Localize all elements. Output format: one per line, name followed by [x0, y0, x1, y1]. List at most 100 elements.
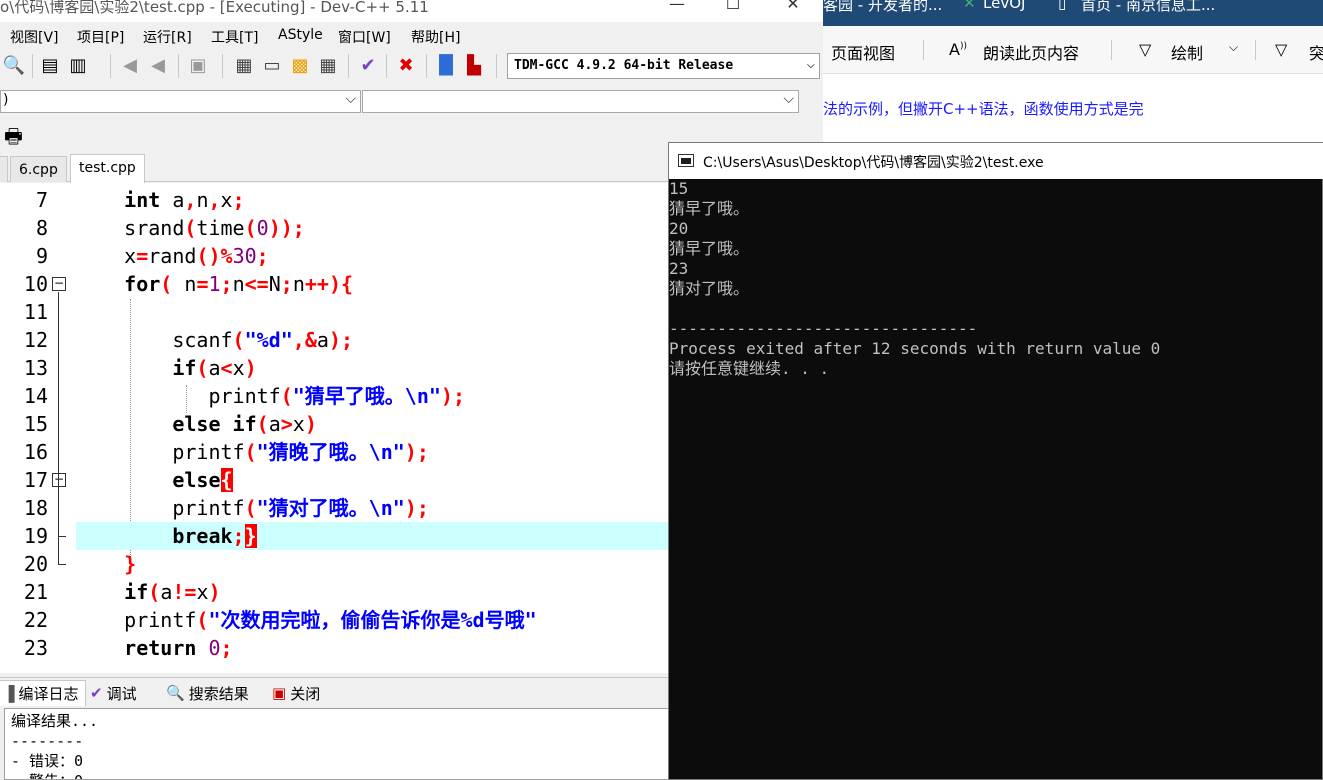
console-line: 15	[669, 179, 689, 198]
divider	[32, 54, 33, 78]
check-icon: ✔	[90, 684, 103, 702]
class-select[interactable]: ) ⌵	[0, 90, 361, 113]
open-project-icon[interactable]: ▭	[260, 54, 284, 78]
tab-6-cpp[interactable]: 6.cpp	[10, 156, 67, 182]
tab-label: 调试	[106, 684, 137, 703]
unindent-icon[interactable]: ▥	[66, 54, 90, 78]
line-number: 20	[23, 552, 48, 576]
console-line: --------------------------------	[669, 319, 978, 338]
console-title-bar: C:\Users\Asus\Desktop\代码\博客园\实验2\test.ex…	[669, 143, 1323, 179]
console-window[interactable]: C:\Users\Asus\Desktop\代码\博客园\实验2\test.ex…	[668, 142, 1323, 780]
print-icon[interactable]: 🖶	[4, 122, 23, 156]
browser-tab[interactable]: 客园 - 开发者的...	[823, 0, 942, 15]
line-number: 12	[23, 328, 48, 352]
tab-label: 搜索结果	[188, 684, 249, 703]
menu-project[interactable]: 项目[P]	[77, 27, 124, 47]
console-title: C:\Users\Asus\Desktop\代码\博客园\实验2\test.ex…	[703, 155, 1044, 171]
draw-button[interactable]: 绘制	[1171, 40, 1203, 64]
chevron-down-icon: ⌵	[345, 91, 356, 107]
console-line: 23	[669, 259, 689, 278]
divider	[222, 54, 223, 78]
menu-run[interactable]: 运行[R]	[143, 27, 192, 47]
draw-icon: ▽	[1139, 40, 1152, 59]
line-number: 9	[35, 244, 48, 268]
delete-profile-icon[interactable]: ▙	[462, 54, 486, 78]
browser-tab[interactable]: LevOJ	[983, 0, 1025, 12]
stop-icon[interactable]: ✖	[394, 54, 418, 78]
line-number: 15	[23, 412, 48, 436]
goto-bookmark-icon[interactable]: ◀	[146, 54, 170, 78]
divider	[426, 54, 427, 78]
title-bar: o\代码\博客园\实验2\test.cpp - [Executing] - De…	[0, 0, 823, 22]
console-line: 请按任意键继续. . .	[669, 359, 830, 378]
chevron-down-icon: ⌵	[783, 91, 794, 107]
menu-bar: 视图[V] 项目[P] 运行[R] 工具[T] AStyle 窗口[W] 帮助[…	[0, 24, 823, 48]
divider	[386, 54, 387, 78]
line-number: 16	[23, 440, 48, 464]
console-line: 20	[669, 219, 689, 238]
highlight-icon[interactable]: ▽	[1275, 40, 1287, 59]
tab-label: 编译日志	[18, 685, 79, 703]
compiler-select[interactable]: TDM-GCC 4.9.2 64-bit Release ⌵	[507, 53, 820, 79]
minimize-button[interactable]: —	[657, 0, 697, 16]
tab-search-results[interactable]: 🔍 搜索结果	[160, 680, 255, 706]
menu-tools[interactable]: 工具[T]	[211, 27, 258, 47]
line-number: 8	[35, 216, 48, 240]
tab-debug[interactable]: ✔ 调试	[84, 680, 143, 706]
maximize-button[interactable]: ☐	[713, 0, 753, 16]
comment-icon[interactable]: ▣	[186, 54, 210, 78]
console-line: Process exited after 12 seconds with ret…	[669, 339, 1161, 358]
class-browser-icon[interactable]: ▩	[288, 54, 312, 78]
page-view-button[interactable]: 页面视图	[831, 40, 895, 64]
line-number: 21	[23, 580, 48, 604]
console-output[interactable]: 15 猜早了哦。 20 猜早了哦。 23 猜对了哦。 -------------------…	[669, 179, 1323, 779]
compiler-select-value: TDM-GCC 4.9.2 64-bit Release	[514, 58, 734, 73]
line-number: 14	[23, 384, 48, 408]
function-select[interactable]: ⌵	[362, 90, 799, 113]
new-project-icon[interactable]: ▦	[232, 54, 256, 78]
line-number: 7	[35, 188, 48, 212]
fold-toggle-icon[interactable]: −	[52, 473, 66, 487]
chevron-down-icon[interactable]: ⌵	[1229, 40, 1238, 55]
line-number: 17	[23, 468, 48, 492]
divider	[496, 54, 497, 78]
toolbar-item-cut[interactable]: 突	[1309, 40, 1323, 64]
print-preview-icon[interactable]: 🔍	[2, 54, 26, 78]
tab-hidden[interactable]	[0, 156, 8, 182]
menu-astyle[interactable]: AStyle	[278, 27, 323, 43]
layout-icon[interactable]: ▦	[316, 54, 340, 78]
menu-view[interactable]: 视图[V]	[10, 27, 59, 47]
menu-help[interactable]: 帮助[H]	[411, 27, 460, 47]
browser-tab-strip: 客园 - 开发者的... ✕ LevOJ ▯ 首页 - 南京信息工...	[823, 0, 1323, 26]
tab-close[interactable]: ▣ 关闭	[266, 680, 326, 706]
page-icon: ▯	[1058, 0, 1067, 12]
console-line: 猜早了哦。	[669, 239, 750, 258]
divider	[1111, 40, 1112, 60]
divider	[178, 54, 179, 78]
article-text: 法的示例，但撇开C++语法，函数使用方式是完	[823, 100, 1144, 118]
check-syntax-icon[interactable]: ✔	[356, 54, 380, 78]
profile-icon[interactable]: ▐▌	[432, 54, 460, 78]
line-number: 22	[23, 608, 48, 632]
reader-toolbar: 页面视图 A)) 朗读此页内容 ▽ 绘制 ⌵ ▽ 突	[823, 26, 1323, 74]
toggle-bookmark-icon[interactable]: ◀	[118, 54, 142, 78]
line-number: 18	[23, 496, 48, 520]
window-title: o\代码\博客园\实验2\test.cpp - [Executing] - De…	[0, 0, 429, 16]
browser-tab[interactable]: 首页 - 南京信息工...	[1081, 0, 1215, 15]
tab-compile-log[interactable]: ▐ 编译日志	[0, 680, 86, 706]
fold-end-marker	[58, 564, 66, 565]
tab-test-cpp[interactable]: test.cpp	[70, 154, 145, 183]
console-line: 猜对了哦。	[669, 279, 750, 298]
close-button[interactable]: ✕	[773, 0, 813, 16]
fold-toggle-icon[interactable]: −	[52, 277, 66, 291]
line-number: 11	[23, 300, 48, 324]
scope-bar: ) ⌵ ⌵	[0, 86, 823, 116]
indent-icon[interactable]: ▤	[38, 54, 62, 78]
line-number: 10	[23, 272, 48, 296]
fold-end-marker	[58, 536, 66, 537]
line-number: 13	[23, 356, 48, 380]
read-aloud-button[interactable]: 朗读此页内容	[983, 40, 1079, 64]
menu-window[interactable]: 窗口[W]	[338, 27, 391, 47]
compile-log-icon: ▐	[3, 684, 15, 703]
console-line: 猜早了哦。	[669, 199, 750, 218]
